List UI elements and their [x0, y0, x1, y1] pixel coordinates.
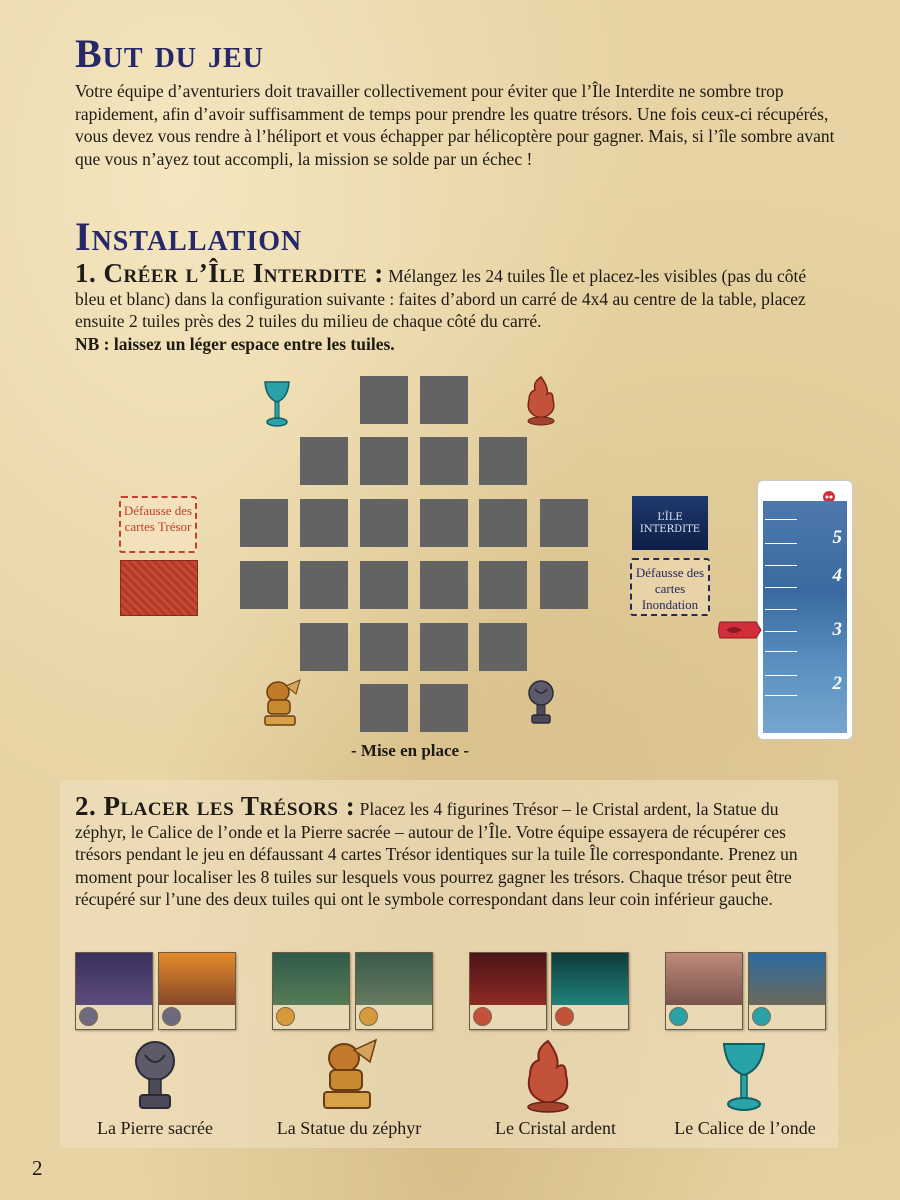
island-tile: [420, 561, 468, 609]
flood-deck-title: L’ÎLE INTERDITE: [639, 512, 701, 535]
island-tile: [360, 437, 408, 485]
water-meter: 5 4 3 2: [757, 480, 853, 740]
island-card: [469, 952, 547, 1030]
island-tile: [479, 499, 527, 547]
island-tile: [420, 376, 468, 424]
figure-label-crystal: Le Cristal ardent: [495, 1118, 616, 1138]
meter-level-2: 2: [832, 673, 843, 694]
treasure-deck: [120, 560, 198, 616]
flood-discard-zone: Défausse des cartes Inondation: [630, 558, 710, 616]
island-tile: [420, 623, 468, 671]
island-card: [665, 952, 743, 1030]
island-card: [272, 952, 350, 1030]
chalice-icon: [752, 1007, 771, 1026]
island-card: [355, 952, 433, 1030]
step1-note: NB : laissez un léger espace entre les t…: [75, 333, 395, 354]
lion-statue-icon: [323, 1038, 378, 1109]
fire-crystal-icon: [527, 375, 555, 426]
stone-icon: [162, 1007, 181, 1026]
meter-tick: [765, 695, 797, 696]
fire-crystal-icon: [527, 1039, 569, 1113]
step1-title: 1. Créer l’Île Interdite :: [75, 258, 384, 288]
island-tile: [360, 376, 408, 424]
island-tile: [360, 561, 408, 609]
installation-title: Installation: [75, 214, 303, 259]
island-card: [75, 952, 153, 1030]
meter-tick: [765, 675, 797, 676]
island-tile: [300, 437, 348, 485]
meter-tick: [765, 543, 797, 544]
meter-tick: [765, 587, 797, 588]
island-tile: [300, 561, 348, 609]
island-card: [748, 952, 826, 1030]
island-tile: [360, 499, 408, 547]
lion-statue-icon: [359, 1007, 378, 1026]
island-tile: [240, 499, 288, 547]
island-tile: [540, 499, 588, 547]
island-card: [551, 952, 629, 1030]
figure-label-stone: La Pierre sacrée: [97, 1118, 213, 1138]
island-tile: [479, 623, 527, 671]
figure-label-statue: La Statue du zéphyr: [276, 1118, 422, 1138]
island-tile: [240, 561, 288, 609]
stone-icon: [528, 680, 554, 724]
treasure-discard-zone: Défausse des cartes Trésor: [119, 496, 197, 553]
island-tile: [360, 623, 408, 671]
chalice-icon: [722, 1043, 766, 1111]
island-card: [158, 952, 236, 1030]
meter-level-4: 4: [832, 565, 843, 586]
meter-tick: [765, 565, 797, 566]
island-tile: [420, 684, 468, 732]
step2-title: 2. Placer les Trésors :: [75, 791, 356, 821]
island-tile: [360, 684, 408, 732]
island-tile: [479, 437, 527, 485]
stone-icon: [135, 1041, 175, 1109]
step1-paragraph: 1. Créer l’Île Interdite : Mélangez les …: [75, 260, 835, 355]
stone-icon: [79, 1007, 98, 1026]
meter-tick: [765, 609, 797, 610]
lion-statue-icon: [276, 1007, 295, 1026]
meter-tick: [765, 631, 797, 632]
island-tile: [420, 437, 468, 485]
meter-level-3: 3: [832, 619, 843, 640]
figure-label-chalice: Le Calice de l’onde: [674, 1118, 816, 1138]
island-tile: [300, 499, 348, 547]
chalice-icon: [264, 381, 290, 427]
island-tile: [300, 623, 348, 671]
lion-statue-icon: [264, 679, 301, 726]
meter-tick: [765, 519, 797, 520]
flood-deck: L’ÎLE INTERDITE: [632, 496, 708, 550]
step2-paragraph: 2. Placer les Trésors : Placez les 4 fig…: [75, 793, 830, 911]
fire-crystal-icon: [555, 1007, 574, 1026]
island-tile: [420, 499, 468, 547]
island-tile: [479, 561, 527, 609]
meter-tick: [765, 651, 797, 652]
chalice-icon: [669, 1007, 688, 1026]
fire-crystal-icon: [473, 1007, 492, 1026]
goal-title: But du jeu: [75, 31, 264, 76]
setup-caption: - Mise en place -: [350, 741, 470, 760]
goal-text: Votre équipe d’aventuriers doit travaill…: [75, 81, 835, 169]
meter-level-5: 5: [832, 527, 843, 548]
water-level-marker[interactable]: [716, 620, 762, 640]
page-number: 2: [32, 1156, 43, 1180]
island-tile: [540, 561, 588, 609]
